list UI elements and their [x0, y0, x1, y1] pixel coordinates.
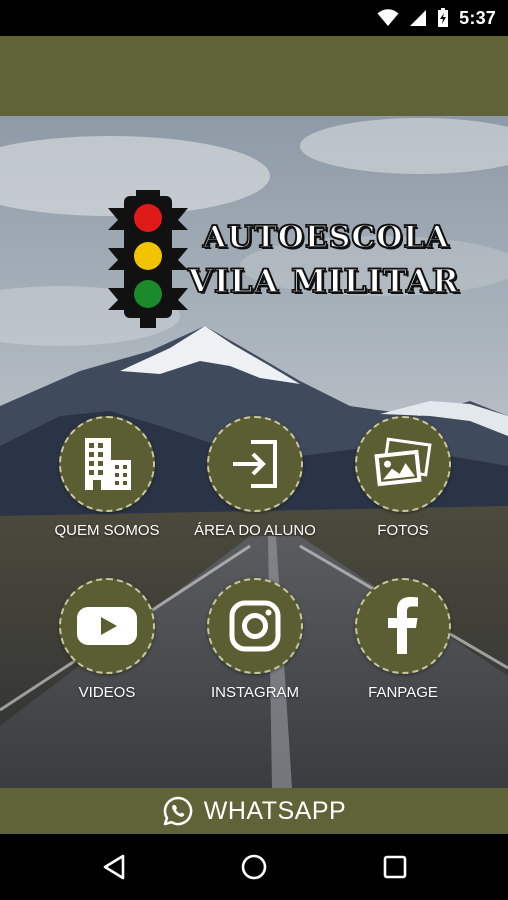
android-nav-bar	[0, 834, 508, 900]
brand-logo	[108, 190, 408, 330]
menu-tile-instagram[interactable]: INSTAGRAM	[185, 578, 325, 701]
login-door-icon	[233, 440, 277, 488]
home-icon	[241, 854, 267, 880]
traffic-light-icon	[108, 190, 188, 328]
menu-circle[interactable]	[207, 578, 303, 674]
photos-icon	[374, 437, 432, 487]
brand-title-line2: VILA MILITAR	[187, 261, 460, 301]
menu-tile-fanpage[interactable]: FANPAGE	[333, 578, 473, 701]
status-icons: 5:37	[377, 0, 496, 36]
menu-circle[interactable]	[207, 416, 303, 512]
menu-tile-label: INSTAGRAM	[210, 684, 300, 701]
whatsapp-button[interactable]: WHATSAPP	[0, 788, 508, 834]
whatsapp-label: WHATSAPP	[203, 796, 347, 825]
menu-tile-label: QUEM SOMOS	[54, 522, 160, 539]
whatsapp-icon	[163, 796, 193, 826]
menu-tile-label: ÁREA DO ALUNO	[194, 522, 316, 539]
battery-charging-icon	[437, 8, 449, 28]
recents-button[interactable]	[380, 852, 410, 882]
menu-tile-label: FANPAGE	[368, 684, 438, 701]
menu-circle[interactable]	[59, 578, 155, 674]
recents-icon	[383, 855, 407, 879]
app-top-bar	[0, 36, 508, 116]
building-icon	[85, 438, 131, 490]
youtube-icon	[77, 607, 137, 645]
menu-tile-area-do-aluno[interactable]: ÁREA DO ALUNO	[185, 416, 325, 539]
instagram-icon	[229, 600, 281, 652]
back-icon	[103, 854, 125, 880]
home-button[interactable]	[239, 852, 269, 882]
wifi-icon	[377, 9, 399, 27]
facebook-icon	[388, 597, 418, 654]
status-time: 5:37	[459, 7, 496, 28]
back-button[interactable]	[99, 852, 129, 882]
status-bar: 5:37	[0, 0, 508, 36]
menu-circle[interactable]	[59, 416, 155, 512]
menu-tile-quem-somos[interactable]: QUEM SOMOS	[37, 416, 177, 539]
menu-circle[interactable]	[355, 416, 451, 512]
menu-tile-videos[interactable]: VIDEOS	[37, 578, 177, 701]
menu-circle[interactable]	[355, 578, 451, 674]
menu-tile-label: FOTOS	[377, 522, 429, 539]
menu-tile-fotos[interactable]: FOTOS	[333, 416, 473, 539]
brand-title-line1: AUTOESCOLA	[202, 219, 450, 256]
menu-tile-label: VIDEOS	[78, 684, 136, 701]
cell-signal-icon	[409, 9, 427, 27]
